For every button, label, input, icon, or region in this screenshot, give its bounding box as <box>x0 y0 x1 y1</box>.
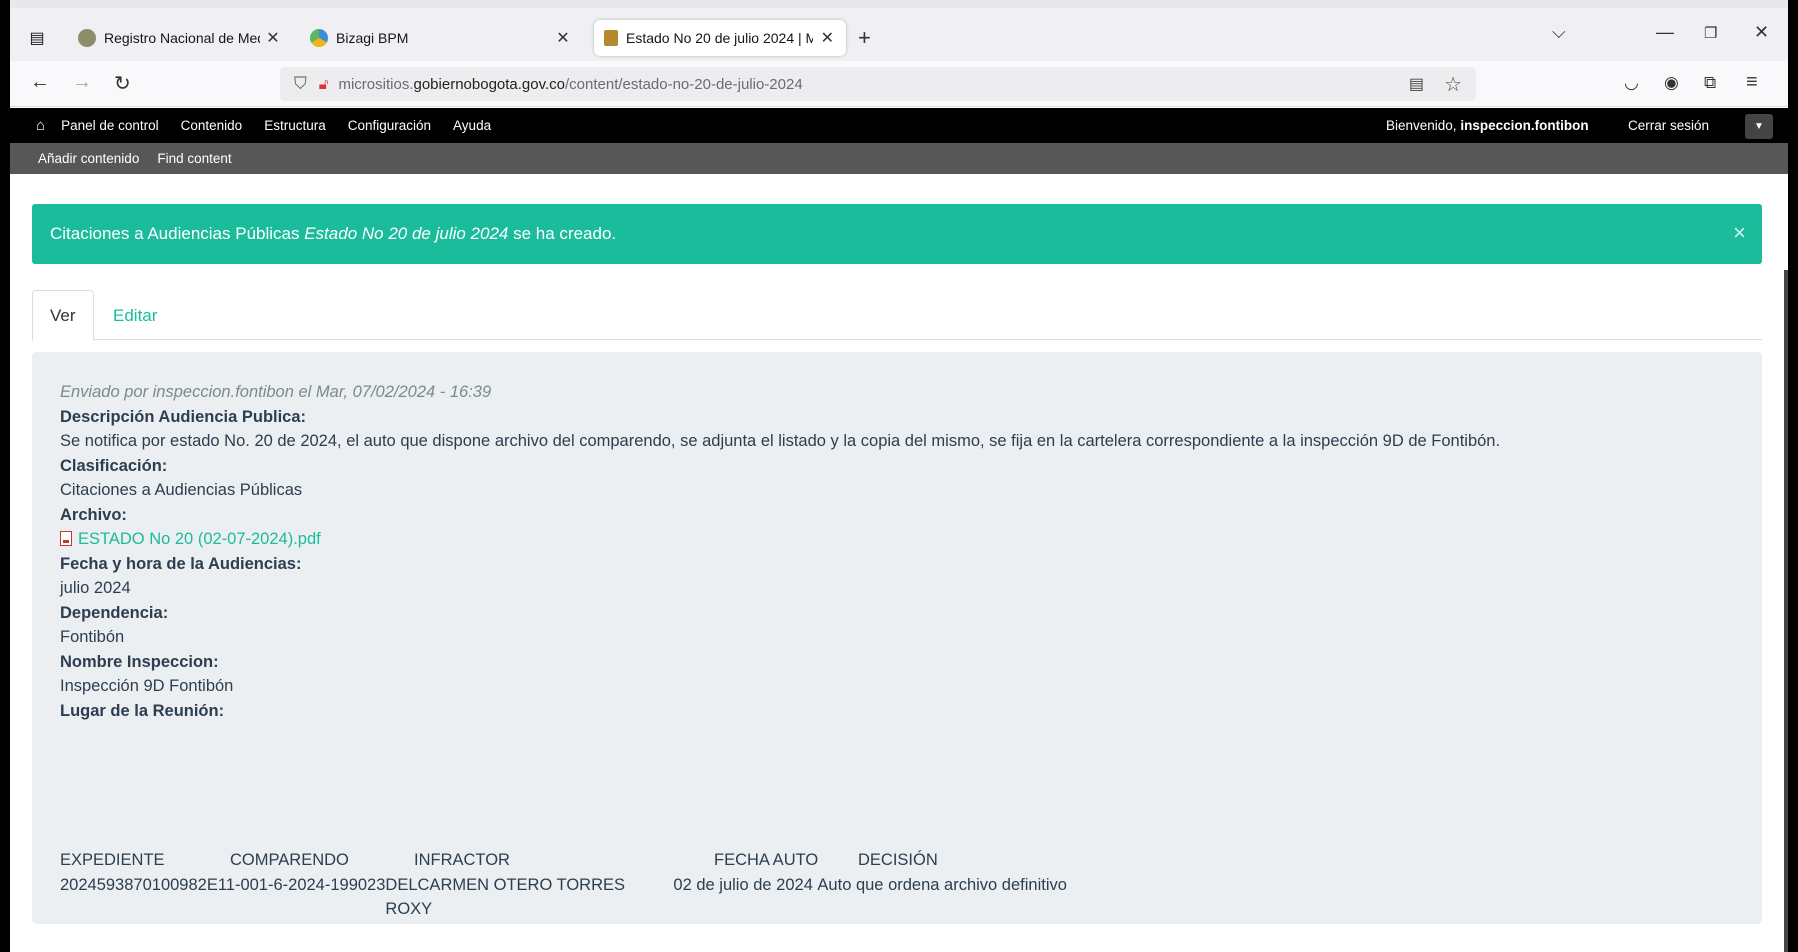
table-header: DECISIÓN <box>858 851 938 869</box>
file-link[interactable]: ESTADO No 20 (02-07-2024).pdf <box>78 530 321 548</box>
description-label: Descripción Audiencia Publica: <box>60 407 307 426</box>
table-cell: 2024593870100982 <box>60 875 207 894</box>
tab-strip: ▤ Registro Nacional de Medidas C ✕ Bizag… <box>10 0 1788 61</box>
close-tab-icon[interactable]: ✕ <box>266 28 280 48</box>
date-label: Fecha y hora de la Audiencias: <box>60 554 302 573</box>
account-icon[interactable]: ◉ <box>1664 73 1679 93</box>
admin-menu-item[interactable]: Configuración <box>348 118 431 133</box>
admin-menu-bar: ⌂ Panel de control Contenido Estructura … <box>10 108 1788 143</box>
minimize-icon[interactable]: — <box>1656 22 1674 43</box>
inspection-value: Inspección 9D Fontibón <box>60 677 234 695</box>
node-content: Enviado por inspeccion.fontibon el Mar, … <box>32 352 1762 924</box>
description-value: Se notifica por estado No. 20 de 2024, e… <box>60 432 1501 450</box>
browser-window: ▤ Registro Nacional de Medidas C ✕ Bizag… <box>10 0 1788 952</box>
status-message: Citaciones a Audiencias Públicas Estado … <box>32 204 1762 264</box>
admin-menu-item[interactable]: Estructura <box>264 118 326 133</box>
registro-favicon-icon <box>78 29 96 47</box>
table-cell: Auto que ordena archivo definitivo <box>817 875 1067 894</box>
menu-icon[interactable]: ≡ <box>1746 71 1758 94</box>
reader-view-icon[interactable]: ▤ <box>1409 74 1424 94</box>
browser-tab-registro[interactable]: Registro Nacional de Medidas C ✕ <box>68 20 290 56</box>
restore-icon[interactable]: ❐ <box>1704 24 1717 42</box>
bookmark-star-icon[interactable]: ☆ <box>1444 72 1462 97</box>
inspection-label: Nombre Inspeccion: <box>60 652 219 671</box>
tab-view[interactable]: Ver <box>32 290 94 341</box>
classification-label: Clasificación: <box>60 456 168 475</box>
dependency-value: Fontibón <box>60 628 125 646</box>
close-window-icon[interactable]: ✕ <box>1754 22 1769 43</box>
case-table: EXPEDIENTE COMPARENDO INFRACTOR FECHA AU… <box>60 848 1067 922</box>
forward-icon[interactable]: → <box>72 71 92 94</box>
insecure-lock-icon[interactable]: 🔓︎ <box>319 76 329 93</box>
close-tab-icon[interactable]: ✕ <box>554 28 572 48</box>
admin-menu-item[interactable]: Contenido <box>181 118 243 133</box>
new-tab-button[interactable]: + <box>858 20 871 56</box>
username[interactable]: inspeccion.fontibon <box>1460 118 1588 133</box>
date-value: julio 2024 <box>60 579 131 597</box>
submitted-info: Enviado por inspeccion.fontibon el Mar, … <box>60 383 492 401</box>
page-scrollbar[interactable] <box>1784 270 1788 952</box>
table-cell: E11-001-6-2024-199023 <box>206 875 386 894</box>
bogota-shield-favicon-icon <box>604 30 618 46</box>
table-header: INFRACTOR <box>414 851 510 869</box>
logout-link[interactable]: Cerrar sesión <box>1628 118 1709 133</box>
list-all-tabs-icon[interactable]: ⌵ <box>1552 22 1566 43</box>
table-cell: 02 de julio de 2024 <box>673 875 813 894</box>
navigation-toolbar: ← → ↻ ⛉ 🔓︎ micrositios.gobiernobogota.go… <box>10 61 1788 107</box>
table-header-row: EXPEDIENTE COMPARENDO INFRACTOR FECHA AU… <box>60 848 1067 873</box>
shortcut-bar: Añadir contenido Find content <box>10 143 1788 174</box>
url-text: micrositios.gobiernobogota.gov.co/conten… <box>338 75 803 93</box>
table-cell: DELCARMEN OTERO TORRES ROXY <box>385 875 626 919</box>
file-label: Archivo: <box>60 505 127 524</box>
reload-icon[interactable]: ↻ <box>114 71 131 96</box>
back-icon[interactable]: ← <box>30 71 50 94</box>
admin-menu-item[interactable]: Panel de control <box>61 118 159 133</box>
shortcut-add-content[interactable]: Añadir contenido <box>38 151 139 166</box>
table-header: COMPARENDO <box>230 851 349 869</box>
file-attachment: ESTADO No 20 (02-07-2024).pdf <box>60 527 1734 552</box>
browser-tab-estado[interactable]: Estado No 20 de julio 2024 | Mi ✕ <box>594 20 846 56</box>
tab-list-icon[interactable]: ▤ <box>24 20 50 56</box>
table-row: 2024593870100982 E11-001-6-2024-199023 DEL… <box>60 873 1067 922</box>
tab-edit[interactable]: Editar <box>96 290 174 341</box>
home-icon[interactable]: ⌂ <box>36 117 45 134</box>
shortcut-find-content[interactable]: Find content <box>157 151 231 166</box>
table-header: EXPEDIENTE <box>60 851 165 869</box>
extensions-icon[interactable]: ⧉ <box>1704 73 1716 93</box>
close-tab-icon[interactable]: ✕ <box>819 28 836 48</box>
pocket-icon[interactable]: ◡ <box>1624 73 1639 93</box>
pdf-file-icon <box>60 531 72 546</box>
close-alert-icon[interactable]: × <box>1733 220 1746 246</box>
tracking-shield-icon[interactable]: ⛉ <box>294 74 307 94</box>
place-label: Lugar de la Reunión: <box>60 701 225 720</box>
dependency-label: Dependencia: <box>60 603 169 622</box>
admin-menu-item[interactable]: Ayuda <box>453 118 491 133</box>
table-header: FECHA AUTO <box>714 851 819 869</box>
node-tabs: Ver Editar <box>32 290 1762 341</box>
welcome-text: Bienvenido, inspeccion.fontibon <box>1386 118 1589 133</box>
shortcuts-toggle-icon[interactable]: ▼ <box>1745 114 1773 139</box>
bizagi-favicon-icon <box>310 29 328 47</box>
browser-tab-bizagi[interactable]: Bizagi BPM ✕ <box>300 20 582 56</box>
url-bar[interactable]: ⛉ 🔓︎ micrositios.gobiernobogota.gov.co/c… <box>280 67 1476 101</box>
classification-value: Citaciones a Audiencias Públicas <box>60 481 303 499</box>
